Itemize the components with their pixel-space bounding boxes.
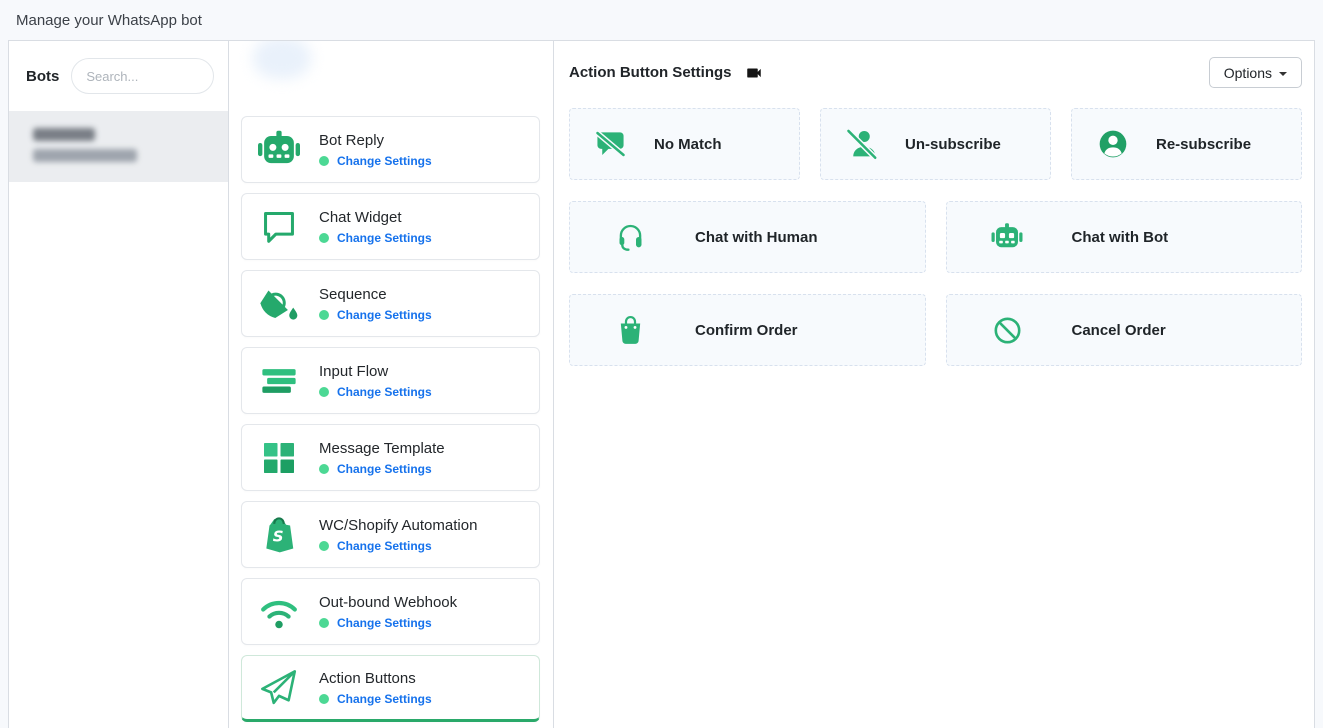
grid-icon [256,435,302,481]
status-dot [319,541,329,551]
action-button-cancel-order[interactable]: Cancel Order [946,294,1303,366]
settings-card-message-template[interactable]: Message Template Change Settings [241,424,540,491]
settings-card-input-flow[interactable]: Input Flow Change Settings [241,347,540,414]
blurred-logo-blob [253,40,311,79]
status-dot [319,618,329,628]
bots-sidebar: Bots [9,41,229,728]
headset-icon [614,217,647,257]
caret-down-icon [1279,72,1287,76]
status-dot [319,233,329,243]
settings-card-shopify-automation[interactable]: S WC/Shopify Automation Change Settings [241,501,540,568]
paint-bucket-icon [256,281,302,327]
options-button-label: Options [1224,65,1272,81]
action-button-label: Re-subscribe [1156,136,1251,153]
video-camera-icon[interactable] [745,64,763,82]
change-settings-link[interactable]: Change Settings [337,462,432,476]
status-dot [319,310,329,320]
options-button[interactable]: Options [1209,57,1302,88]
redacted-bot-name [33,128,95,141]
change-settings-link[interactable]: Change Settings [337,385,432,399]
robot-icon [256,127,302,173]
wifi-icon [256,589,302,635]
change-settings-link[interactable]: Change Settings [337,616,432,630]
person-slash-icon [845,124,878,164]
ban-icon [991,310,1024,350]
bots-sidebar-header: Bots [9,41,228,111]
action-button-settings-panel: Action Button Settings Options No Match [554,41,1314,728]
action-button-chat-with-bot[interactable]: Chat with Bot [946,201,1303,273]
chat-slash-icon [594,124,627,164]
action-button-label: Confirm Order [695,322,798,339]
change-settings-link[interactable]: Change Settings [337,539,432,553]
settings-card-sequence[interactable]: Sequence Change Settings [241,270,540,337]
action-buttons-row-2: Chat with Human Chat with Bot [569,201,1302,273]
change-settings-link[interactable]: Change Settings [337,692,432,706]
settings-card-outbound-webhook[interactable]: Out-bound Webhook Change Settings [241,578,540,645]
robot-icon [991,217,1024,257]
action-button-chat-with-human[interactable]: Chat with Human [569,201,926,273]
change-settings-link[interactable]: Change Settings [337,154,432,168]
action-button-label: Un-subscribe [905,136,1001,153]
action-button-confirm-order[interactable]: Confirm Order [569,294,926,366]
svg-text:S: S [273,527,284,545]
panel-header: Action Button Settings Options [569,57,1302,88]
list-bars-icon [256,358,302,404]
settings-card-bot-reply[interactable]: Bot Reply Change Settings [241,116,540,183]
action-button-label: Cancel Order [1072,322,1166,339]
action-button-no-match[interactable]: No Match [569,108,800,180]
chat-bubble-icon [256,204,302,250]
action-buttons-row-1: No Match Un-subscribe Re-subscribe [569,108,1302,180]
status-dot [319,156,329,166]
paper-plane-icon [256,665,302,711]
settings-card-title: Sequence [319,286,432,303]
settings-card-title: Bot Reply [319,132,432,149]
bot-search-input[interactable] [71,58,214,94]
status-dot [319,387,329,397]
topbar: Manage your WhatsApp bot [0,0,1323,40]
status-dot [319,694,329,704]
shopping-bag-icon [614,310,647,350]
page-title: Manage your WhatsApp bot [16,12,202,29]
person-circle-icon [1096,124,1129,164]
settings-menu-column: Bot Reply Change Settings Chat Widget Ch… [229,41,554,728]
action-button-label: Chat with Bot [1072,229,1169,246]
action-buttons-row-3: Confirm Order Cancel Order [569,294,1302,366]
change-settings-link[interactable]: Change Settings [337,308,432,322]
settings-card-title: Input Flow [319,363,432,380]
bot-list-item-selected[interactable] [9,111,228,182]
settings-card-title: Chat Widget [319,209,432,226]
bots-heading: Bots [26,68,59,85]
redacted-bot-phone [33,149,137,162]
change-settings-link[interactable]: Change Settings [337,231,432,245]
action-button-label: Chat with Human [695,229,818,246]
settings-card-title: Action Buttons [319,670,432,687]
action-button-resubscribe[interactable]: Re-subscribe [1071,108,1302,180]
settings-card-title: WC/Shopify Automation [319,517,477,534]
status-dot [319,464,329,474]
panel-title: Action Button Settings [569,64,731,81]
settings-card-chat-widget[interactable]: Chat Widget Change Settings [241,193,540,260]
main-container: Bots Bot Reply Change Settings [8,40,1315,728]
settings-card-title: Out-bound Webhook [319,594,457,611]
action-button-label: No Match [654,136,722,153]
shopify-bag-icon: S [256,512,302,558]
settings-card-action-buttons[interactable]: Action Buttons Change Settings [241,655,540,722]
action-button-unsubscribe[interactable]: Un-subscribe [820,108,1051,180]
settings-card-title: Message Template [319,440,445,457]
